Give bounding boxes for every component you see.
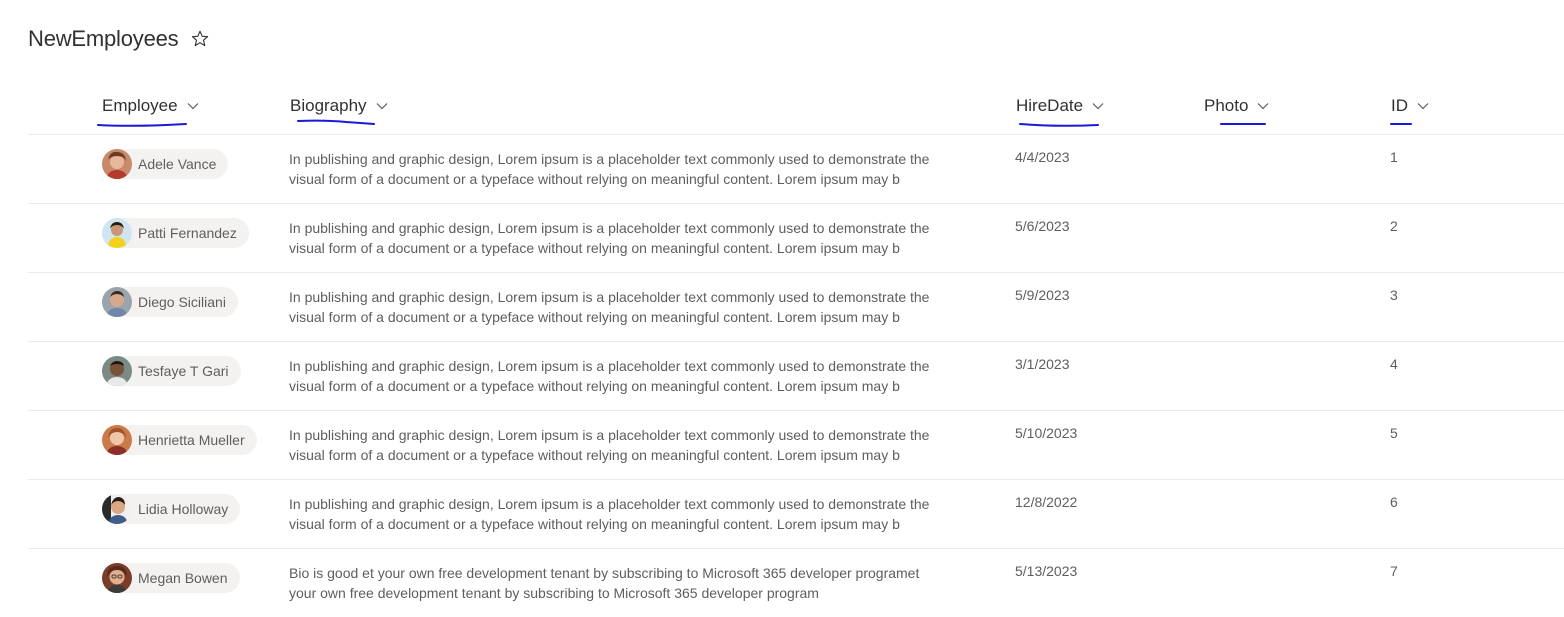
annotation-underline <box>1018 120 1102 128</box>
biography-cell: In publishing and graphic design, Lorem … <box>289 149 989 189</box>
table-row[interactable]: Tesfaye T Gari In publishing and graphic… <box>28 342 1564 411</box>
biography-cell: In publishing and graphic design, Lorem … <box>289 356 989 396</box>
hiredate-cell: 5/9/2023 <box>1015 287 1070 303</box>
annotation-underline <box>296 118 378 126</box>
id-cell: 4 <box>1390 356 1398 372</box>
biography-line: visual form of a document or a typeface … <box>289 447 900 463</box>
column-header-label: ID <box>1391 96 1408 115</box>
employee-name: Tesfaye T Gari <box>138 363 229 379</box>
employee-name: Henrietta Mueller <box>138 432 245 448</box>
hiredate-cell: 12/8/2022 <box>1015 494 1078 510</box>
biography-line: your own free development tenant by subs… <box>289 585 819 601</box>
column-header-id[interactable]: ID <box>1391 96 1430 116</box>
chevron-down-icon[interactable] <box>1416 99 1430 113</box>
biography-line: visual form of a document or a typeface … <box>289 378 900 394</box>
biography-cell: Bio is good et your own free development… <box>289 563 989 603</box>
column-header-row: Employee Biography HireDate Photo ID <box>0 88 1564 134</box>
column-header-label: HireDate <box>1016 96 1084 115</box>
list-header: NewEmployees <box>28 24 210 54</box>
annotation-underline <box>1219 120 1269 128</box>
biography-line: Bio is good et your own free development… <box>289 565 920 581</box>
avatar <box>102 494 132 524</box>
column-header-photo[interactable]: Photo <box>1204 96 1270 116</box>
id-cell: 2 <box>1390 218 1398 234</box>
employee-name: Adele Vance <box>138 156 217 172</box>
persona-chip[interactable]: Patti Fernandez <box>102 218 249 248</box>
biography-cell: In publishing and graphic design, Lorem … <box>289 494 989 534</box>
column-header-hiredate[interactable]: HireDate <box>1016 96 1105 116</box>
avatar <box>102 149 132 179</box>
chevron-down-icon[interactable] <box>375 99 389 113</box>
hiredate-cell: 5/10/2023 <box>1015 425 1078 441</box>
hiredate-cell: 5/6/2023 <box>1015 218 1070 234</box>
biography-line: In publishing and graphic design, Lorem … <box>289 427 930 443</box>
column-header-label: Photo <box>1204 96 1249 115</box>
biography-cell: In publishing and graphic design, Lorem … <box>289 218 989 258</box>
avatar <box>102 425 132 455</box>
persona-chip[interactable]: Adele Vance <box>102 149 229 179</box>
biography-line: visual form of a document or a typeface … <box>289 309 900 325</box>
biography-line: In publishing and graphic design, Lorem … <box>289 289 930 305</box>
persona-chip[interactable]: Henrietta Mueller <box>102 425 257 455</box>
hiredate-cell: 3/1/2023 <box>1015 356 1070 372</box>
table-row[interactable]: Megan Bowen Bio is good et your own free… <box>28 549 1564 617</box>
table-row[interactable]: Patti Fernandez In publishing and graphi… <box>28 204 1564 273</box>
id-cell: 6 <box>1390 494 1398 510</box>
avatar <box>102 218 132 248</box>
avatar <box>102 563 132 593</box>
table-row[interactable]: Diego Siciliani In publishing and graphi… <box>28 273 1564 342</box>
persona-chip[interactable]: Tesfaye T Gari <box>102 356 241 386</box>
star-icon[interactable] <box>190 29 210 49</box>
annotation-underline <box>96 120 190 128</box>
chevron-down-icon[interactable] <box>1091 99 1105 113</box>
employee-name: Megan Bowen <box>138 570 228 586</box>
biography-line: In publishing and graphic design, Lorem … <box>289 151 930 167</box>
column-header-employee[interactable]: Employee <box>102 96 200 116</box>
biography-line: In publishing and graphic design, Lorem … <box>289 220 930 236</box>
chevron-down-icon[interactable] <box>1256 99 1270 113</box>
list-body: Adele Vance In publishing and graphic de… <box>0 135 1564 617</box>
id-cell: 5 <box>1390 425 1398 441</box>
persona-chip[interactable]: Lidia Holloway <box>102 494 241 524</box>
table-row[interactable]: Henrietta Mueller In publishing and grap… <box>28 411 1564 480</box>
column-header-label: Biography <box>290 96 367 115</box>
biography-line: In publishing and graphic design, Lorem … <box>289 358 930 374</box>
annotation-underline <box>1389 120 1415 128</box>
id-cell: 3 <box>1390 287 1398 303</box>
persona-chip[interactable]: Megan Bowen <box>102 563 240 593</box>
id-cell: 7 <box>1390 563 1398 579</box>
hiredate-cell: 4/4/2023 <box>1015 149 1070 165</box>
hiredate-cell: 5/13/2023 <box>1015 563 1078 579</box>
biography-line: In publishing and graphic design, Lorem … <box>289 496 930 512</box>
id-cell: 1 <box>1390 149 1398 165</box>
biography-line: visual form of a document or a typeface … <box>289 516 900 532</box>
biography-line: visual form of a document or a typeface … <box>289 240 900 256</box>
biography-cell: In publishing and graphic design, Lorem … <box>289 287 989 327</box>
employee-name: Lidia Holloway <box>138 501 229 517</box>
avatar <box>102 356 132 386</box>
employee-name: Diego Siciliani <box>138 294 226 310</box>
column-header-biography[interactable]: Biography <box>290 96 389 116</box>
table-row[interactable]: Adele Vance In publishing and graphic de… <box>28 135 1564 204</box>
biography-line: visual form of a document or a typeface … <box>289 171 900 187</box>
persona-chip[interactable]: Diego Siciliani <box>102 287 238 317</box>
employee-name: Patti Fernandez <box>138 225 237 241</box>
column-header-label: Employee <box>102 96 178 115</box>
table-row[interactable]: Lidia Holloway In publishing and graphic… <box>28 480 1564 549</box>
biography-cell: In publishing and graphic design, Lorem … <box>289 425 989 465</box>
avatar <box>102 287 132 317</box>
chevron-down-icon[interactable] <box>186 99 200 113</box>
page-title: NewEmployees <box>28 26 179 51</box>
